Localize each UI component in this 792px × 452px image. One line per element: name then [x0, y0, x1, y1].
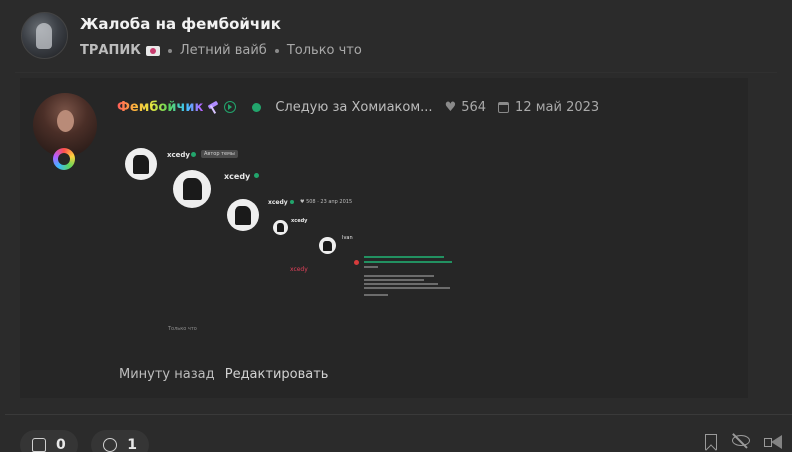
shot-avatar — [173, 170, 211, 208]
avatar-figure — [36, 23, 52, 49]
shot-text-line — [364, 287, 450, 289]
forum-link[interactable]: ТРАПИК — [80, 43, 141, 58]
divider — [5, 414, 792, 415]
online-status-dot — [252, 102, 262, 112]
separator-dot — [167, 48, 172, 53]
shot-text-line — [364, 261, 452, 263]
thread-title[interactable]: Жалоба на фембойчик — [80, 15, 281, 33]
embedded-screenshot[interactable]: xcedy Автор темы xcedy xcedy ♥ 508 · 23 … — [120, 146, 480, 341]
calendar-icon — [498, 101, 510, 113]
shot-red-nick: xcedy — [290, 266, 308, 273]
shot-text-line — [364, 275, 434, 277]
shot-username: Ivan — [342, 235, 353, 241]
shot-online-dot — [191, 152, 196, 157]
comment-bubble-icon — [103, 438, 118, 452]
comment-count: 1 — [127, 437, 137, 452]
shot-username: xcedy — [224, 172, 251, 181]
registration-date: 12 май 2023 — [515, 99, 600, 115]
rainbow-heart-badge-icon — [53, 148, 75, 170]
shot-online-dot — [290, 200, 294, 204]
shot-username: xcedy — [291, 218, 308, 224]
comment-button[interactable]: 1 — [91, 430, 149, 452]
thread-time: Только что — [286, 43, 362, 58]
shot-message-card — [352, 256, 460, 306]
user-status: Следую за Хомиаком... — [275, 99, 433, 115]
shot-text-line — [364, 266, 378, 268]
shot-meta: ♥ 508 · 23 апр 2015 — [300, 199, 353, 205]
shot-text-line — [364, 279, 424, 281]
bookmark-icon[interactable] — [705, 434, 717, 450]
edit-link[interactable]: Редактировать — [225, 367, 329, 382]
avatar-face — [57, 110, 74, 132]
like-count: 0 — [56, 437, 66, 452]
shot-avatar — [319, 237, 336, 254]
shot-text-line — [364, 294, 388, 296]
play-circle-icon[interactable] — [224, 101, 237, 113]
shot-text-line — [364, 283, 438, 285]
thread-header: Жалоба на фембойчик ТРАПИК Летний вайб Т… — [0, 0, 792, 72]
shot-username: xcedy — [167, 151, 190, 159]
megaphone-icon[interactable] — [764, 435, 782, 449]
thread-tag[interactable]: Летний вайб — [180, 43, 267, 58]
heart-icon: ♥ — [444, 99, 457, 115]
shot-online-dot — [254, 173, 259, 178]
post-footer: Минуту назад Редактировать — [119, 367, 328, 382]
shot-avatar — [125, 148, 157, 180]
hammer-icon — [207, 101, 219, 113]
post-author-name[interactable]: Фембойчик — [117, 100, 203, 115]
separator-dot — [274, 48, 279, 53]
forum-icon — [145, 45, 160, 56]
shot-red-dot — [354, 260, 359, 265]
post-time: Минуту назад — [119, 367, 215, 382]
thread-author-avatar[interactable] — [21, 12, 68, 59]
thumbs-up-icon — [32, 438, 46, 452]
divider — [15, 72, 777, 73]
shot-username: xcedy — [268, 199, 288, 206]
shot-text-line — [364, 256, 444, 258]
like-button[interactable]: 0 — [20, 430, 78, 452]
shot-time: Только что — [168, 326, 197, 332]
shot-author-tag: Автор темы — [201, 150, 238, 158]
post-header: Фембойчик Следую за Хомиаком... ♥ 564 12… — [117, 98, 599, 116]
user-likes-count: 564 — [461, 99, 487, 115]
shot-avatar — [227, 199, 259, 231]
post-panel: Фембойчик Следую за Хомиаком... ♥ 564 12… — [20, 78, 748, 398]
eye-off-icon[interactable] — [732, 435, 750, 446]
thread-meta: ТРАПИК Летний вайб Только что — [80, 43, 362, 58]
shot-avatar — [273, 220, 288, 235]
